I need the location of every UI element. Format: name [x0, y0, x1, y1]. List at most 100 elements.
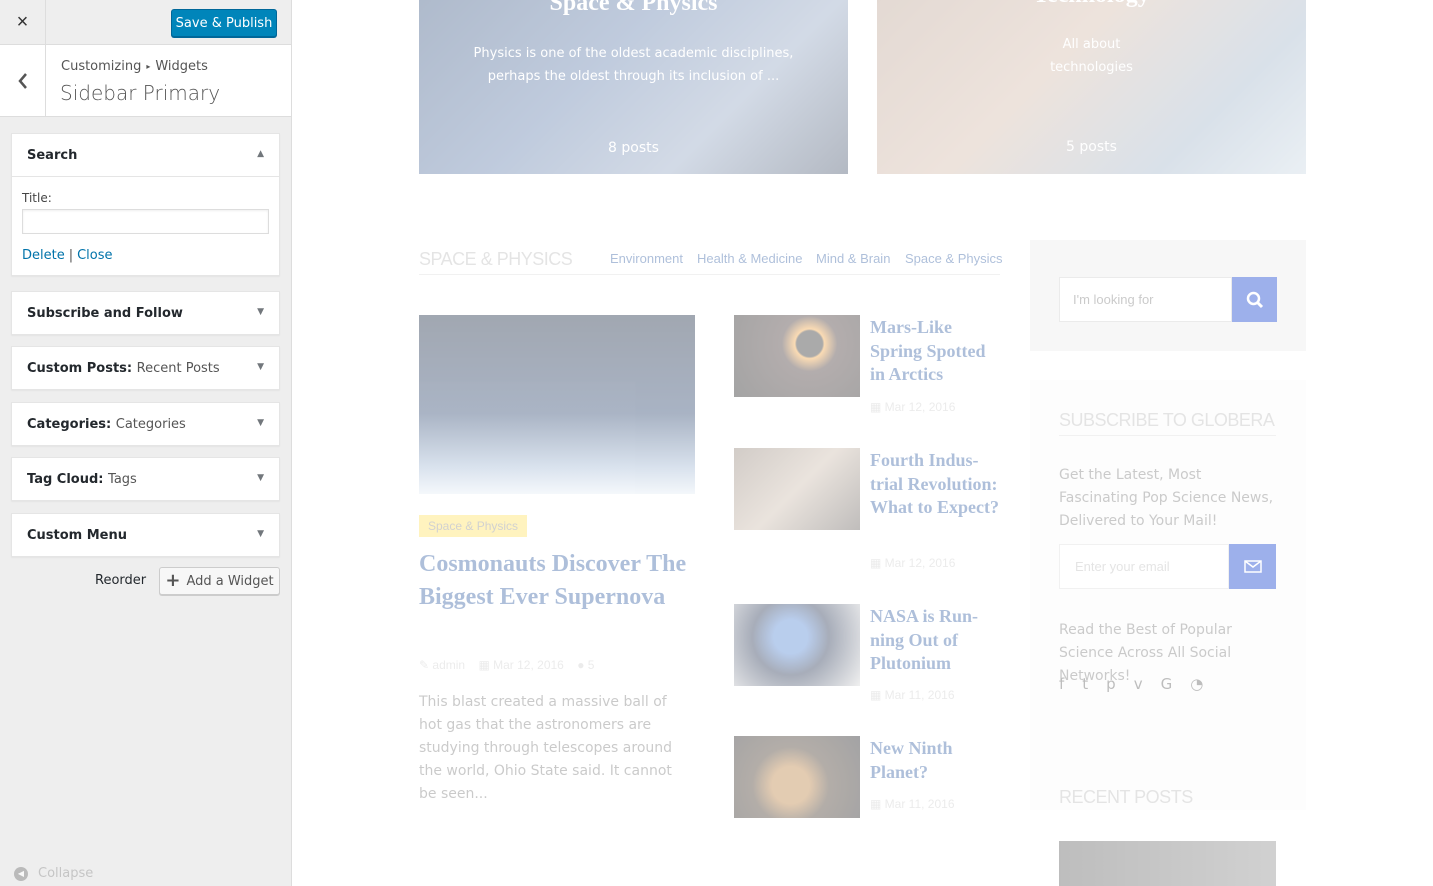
- section-heading: SPACE & PHYSICS: [419, 249, 573, 269]
- widget-subtitle: Tags: [108, 471, 137, 487]
- widget-header[interactable]: Categories: Categories ▼: [12, 403, 279, 445]
- card-count: 5 posts: [1066, 139, 1117, 155]
- caret-down-icon[interactable]: ▼: [257, 418, 264, 428]
- tab-space-physics[interactable]: Space & Physics: [905, 251, 1003, 266]
- post-date-text: Mar 12, 2016: [884, 400, 956, 414]
- category-card[interactable]: Technology All about technologies 5 post…: [877, 0, 1306, 174]
- widget-header[interactable]: Search ▲: [12, 134, 279, 176]
- post-thumbnail[interactable]: [734, 448, 860, 530]
- social-links: f t p v G ◔: [1059, 675, 1203, 693]
- email-submit-button[interactable]: [1229, 544, 1276, 589]
- actions-separator: |: [68, 248, 74, 263]
- site-preview: Space & Physics Physics is one of the ol…: [292, 0, 1433, 886]
- subscribe-title: SUBSCRIBE TO GLOBERA: [1059, 410, 1275, 430]
- customizer-sidebar: × Save & Publish Customizing ▸ Widgets Sid…: [0, 0, 292, 886]
- post-date-text: Mar 11, 2016: [884, 797, 955, 811]
- search-button[interactable]: [1232, 277, 1277, 322]
- featured-image[interactable]: [419, 315, 695, 494]
- tab-environment[interactable]: Environment: [610, 251, 683, 266]
- twitter-icon[interactable]: t: [1082, 675, 1088, 693]
- title-label: Title:: [22, 191, 52, 205]
- post-thumbnail[interactable]: [734, 736, 860, 818]
- post-date: ▦ Mar 12, 2016: [870, 400, 956, 414]
- customizer-header: × Save & Publish: [0, 0, 291, 45]
- save-publish-button[interactable]: Save & Publish: [171, 9, 277, 37]
- widget-title: Subscribe and Follow: [27, 305, 183, 321]
- widget-header[interactable]: Custom Menu ▼: [12, 514, 279, 556]
- widget-title: Categories: [27, 416, 107, 432]
- widget-header[interactable]: Tag Cloud: Tags ▼: [12, 458, 279, 500]
- preview-content: Space & Physics Physics is one of the ol…: [292, 0, 1433, 886]
- card-title: Technology: [877, 0, 1306, 9]
- widget-title: Custom Posts: [27, 360, 127, 376]
- chevron-left-icon: [17, 72, 27, 89]
- collapse-button[interactable]: ◀ Collapse: [14, 866, 93, 881]
- recent-posts-title: RECENT POSTS: [1059, 787, 1193, 807]
- post-thumbnail[interactable]: [734, 604, 860, 686]
- pinterest-icon[interactable]: p: [1106, 675, 1116, 693]
- email-input[interactable]: Enter your email: [1059, 544, 1229, 589]
- pencil-icon: ✎: [419, 658, 430, 672]
- close-icon: ×: [16, 11, 29, 33]
- widget-title: Custom Menu: [27, 527, 128, 543]
- widget-custom-posts[interactable]: Custom Posts: Recent Posts ▼: [11, 346, 280, 390]
- title-input[interactable]: [22, 209, 269, 234]
- comment-icon: ●: [577, 658, 585, 672]
- add-widget-label: Add a Widget: [186, 573, 274, 589]
- search-input[interactable]: I'm looking for: [1059, 277, 1232, 322]
- close-link[interactable]: Close: [77, 248, 112, 263]
- subscribe-widget: SUBSCRIBE TO GLOBERA Get the Latest, Mos…: [1030, 380, 1306, 810]
- widget-custom-menu[interactable]: Custom Menu ▼: [11, 513, 280, 557]
- post-thumbnail[interactable]: [734, 315, 860, 397]
- subscribe-divider: [1059, 435, 1276, 436]
- author[interactable]: admin: [432, 658, 465, 672]
- tab-health-medicine[interactable]: Health & Medicine: [697, 251, 803, 266]
- category-card[interactable]: Space & Physics Physics is one of the ol…: [419, 0, 848, 174]
- post-title[interactable]: New Ninth Planet?: [870, 737, 1002, 784]
- google-icon[interactable]: G: [1161, 675, 1173, 693]
- post-date: ▦ Mar 11, 2016: [870, 688, 955, 702]
- add-widget-button[interactable]: + Add a Widget: [159, 567, 280, 595]
- widget-subtitle: Recent Posts: [136, 360, 220, 376]
- search-widget: I'm looking for: [1030, 240, 1306, 351]
- featured-excerpt: This blast created a massive ball of hot…: [419, 694, 673, 802]
- widget-title: Tag Cloud: [27, 471, 99, 487]
- caret-up-icon[interactable]: ▲: [257, 149, 264, 159]
- caret-down-icon[interactable]: ▼: [257, 473, 264, 483]
- post-title[interactable]: Fourth Indus­trial Revolu­tion: What to …: [870, 449, 1002, 520]
- card-description: Physics is one of the oldest academic di…: [473, 46, 794, 84]
- vimeo-icon[interactable]: v: [1134, 675, 1143, 693]
- caret-down-icon[interactable]: ▼: [257, 307, 264, 317]
- recent-post-thumbnail[interactable]: [1059, 841, 1276, 886]
- featured-category-tag[interactable]: Space & Physics: [419, 515, 528, 537]
- post-title[interactable]: NASA is Run­ning Out of Plutonium: [870, 605, 1002, 676]
- breadcrumb-item: Widgets: [155, 59, 208, 74]
- collapse-label: Collapse: [38, 866, 94, 881]
- back-button[interactable]: [0, 45, 46, 116]
- widget-categories[interactable]: Categories: Categories ▼: [11, 402, 280, 446]
- caret-down-icon[interactable]: ▼: [257, 529, 264, 539]
- delete-link[interactable]: Delete: [22, 248, 65, 263]
- caret-down-icon[interactable]: ▼: [257, 362, 264, 372]
- widget-header[interactable]: Custom Posts: Recent Posts ▼: [12, 347, 279, 389]
- comment-count[interactable]: 5: [588, 658, 595, 672]
- widget-form: Title: Delete | Close: [12, 176, 279, 275]
- card-count: 8 posts: [608, 140, 659, 156]
- widget-subscribe-follow[interactable]: Subscribe and Follow ▼: [11, 291, 280, 335]
- widget-tag-cloud[interactable]: Tag Cloud: Tags ▼: [11, 457, 280, 501]
- breadcrumb-item: Customizing: [61, 59, 142, 74]
- collapse-arrow-icon: ◀: [14, 866, 28, 881]
- tab-mind-brain[interactable]: Mind & Brain: [816, 251, 890, 266]
- featured-title[interactable]: Cosmonauts Discover The Biggest Ever Sup…: [419, 548, 709, 614]
- widget-header[interactable]: Subscribe and Follow ▼: [12, 292, 279, 334]
- breadcrumb-separator: ▸: [146, 62, 151, 71]
- close-customizer-button[interactable]: ×: [0, 0, 46, 45]
- post-title[interactable]: Mars-Like Spring Spotted in Arctics: [870, 316, 1002, 387]
- facebook-icon[interactable]: f: [1059, 675, 1064, 693]
- section-title: Sidebar Primary: [60, 81, 221, 105]
- reorder-button[interactable]: Reorder: [95, 573, 146, 588]
- post-date-text: Mar 12, 2016: [884, 556, 956, 570]
- breadcrumb: Customizing ▸ Widgets: [61, 59, 208, 74]
- rss-icon[interactable]: ◔: [1190, 675, 1203, 693]
- plus-icon: +: [165, 570, 181, 591]
